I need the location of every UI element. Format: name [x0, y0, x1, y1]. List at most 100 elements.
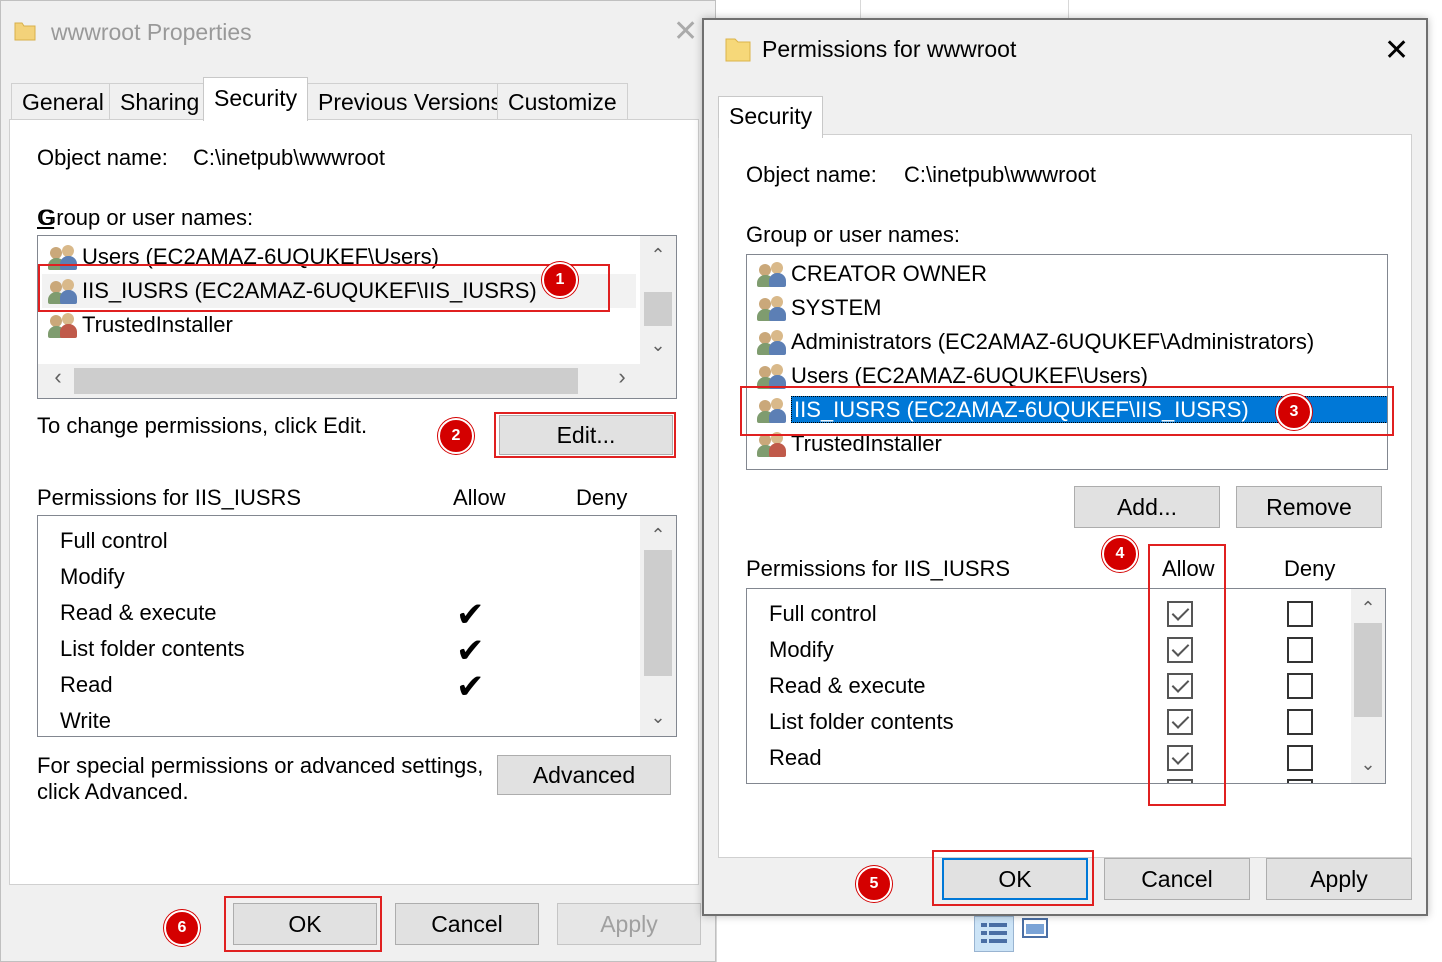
- horizontal-scroll-thumb[interactable]: [74, 368, 578, 394]
- group-label: GGroup or user names:: [37, 205, 254, 230]
- allow-checkbox-list-folder[interactable]: [1167, 709, 1193, 735]
- tab-customize[interactable]: Customize: [497, 83, 628, 119]
- tab-security[interactable]: Security: [718, 96, 824, 138]
- allow-checkbox-read-execute[interactable]: [1167, 673, 1193, 699]
- allow-checkbox-write[interactable]: [1167, 779, 1193, 783]
- dialog-title: Permissions for wwwroot: [762, 36, 1017, 62]
- details-view-icon[interactable]: [974, 916, 1014, 952]
- allow-header: Allow: [453, 485, 506, 510]
- list-item[interactable]: TrustedInstaller: [757, 427, 942, 461]
- permission-label: Full control: [60, 528, 168, 553]
- deny-header: Deny: [1284, 556, 1336, 581]
- folder-icon: [724, 36, 752, 70]
- user-name: Users (EC2AMAZ-6UQUKEF\Users): [82, 244, 439, 269]
- permission-label: Write: [60, 708, 111, 733]
- scroll-up-icon[interactable]: ⌃: [646, 526, 670, 544]
- permission-label: Modify: [60, 564, 125, 589]
- deny-checkbox-write[interactable]: [1287, 779, 1313, 783]
- ok-button[interactable]: OK: [942, 858, 1088, 900]
- permissions-header: Permissions for IIS_IUSRS: [37, 485, 302, 510]
- list-item[interactable]: SYSTEM: [757, 291, 881, 325]
- step-badge: 1: [542, 262, 578, 298]
- user-name: TrustedInstaller: [791, 431, 942, 456]
- permission-label: Modify: [769, 637, 834, 662]
- step-badge: 5: [856, 866, 892, 902]
- object-name-value: C:\inetpub\wwwroot: [193, 145, 385, 170]
- scroll-up-icon[interactable]: ⌃: [1356, 599, 1380, 617]
- scroll-up-icon[interactable]: ⌃: [646, 246, 670, 264]
- permission-label: List folder contents: [60, 636, 245, 661]
- preview-view-icon[interactable]: [1020, 916, 1058, 946]
- permission-label: Full control: [769, 601, 877, 626]
- users-icon: [757, 262, 787, 288]
- permission-label: Read & execute: [60, 600, 217, 625]
- list-item[interactable]: TrustedInstaller: [48, 308, 233, 342]
- scroll-down-icon[interactable]: ⌄: [646, 708, 670, 726]
- tab-general[interactable]: General: [11, 83, 115, 119]
- scroll-left-icon[interactable]: ‹: [46, 366, 70, 388]
- scroll-thumb[interactable]: [1354, 623, 1382, 717]
- deny-checkbox-list-folder[interactable]: [1287, 709, 1313, 735]
- object-name-value: C:\inetpub\wwwroot: [904, 162, 1096, 187]
- step-badge: 2: [438, 418, 474, 454]
- list-item[interactable]: Users (EC2AMAZ-6UQUKEF\Users): [48, 240, 439, 274]
- scroll-down-icon[interactable]: ⌄: [646, 336, 670, 354]
- users-icon: [757, 296, 787, 322]
- object-name-label: Object name:: [37, 145, 168, 170]
- users-icon: [757, 398, 787, 424]
- close-icon[interactable]: ✕: [1384, 36, 1409, 66]
- scroll-down-icon[interactable]: ⌄: [1356, 755, 1380, 773]
- list-item[interactable]: Administrators (EC2AMAZ-6UQUKEF\Administ…: [757, 325, 1314, 359]
- group-label-text: Group or user names:: [39, 205, 254, 230]
- cancel-button[interactable]: Cancel: [395, 903, 539, 945]
- allow-checkbox-modify[interactable]: [1167, 637, 1193, 663]
- user-name: CREATOR OWNER: [791, 261, 987, 286]
- add-button[interactable]: Add...: [1074, 486, 1220, 528]
- deny-checkbox-read-execute[interactable]: [1287, 673, 1313, 699]
- user-list[interactable]: CREATOR OWNER SYSTEM Administrators (EC2…: [746, 254, 1388, 470]
- properties-dialog: wwwroot Properties ✕ General Sharing Sec…: [0, 0, 716, 962]
- dialog-title: wwwroot Properties: [51, 19, 252, 45]
- user-list[interactable]: Users (EC2AMAZ-6UQUKEF\Users) IIS_IUSRS …: [37, 235, 677, 399]
- group-label: Group or user names:: [746, 222, 960, 247]
- deny-checkbox-full-control[interactable]: [1287, 601, 1313, 627]
- object-name-label: Object name:: [746, 162, 877, 187]
- folder-icon: [13, 19, 37, 49]
- user-name: SYSTEM: [791, 295, 882, 320]
- special-permissions-text-1: For special permissions or advanced sett…: [37, 753, 484, 778]
- advanced-button[interactable]: Advanced: [497, 755, 671, 795]
- apply-button[interactable]: Apply: [557, 903, 701, 945]
- allow-checkbox-read[interactable]: [1167, 745, 1193, 771]
- tab-sharing[interactable]: Sharing: [109, 83, 211, 119]
- permission-label: Read: [60, 672, 113, 697]
- scroll-thumb[interactable]: [644, 550, 672, 676]
- user-name: Users (EC2AMAZ-6UQUKEF\Users): [791, 363, 1148, 388]
- close-icon[interactable]: ✕: [673, 17, 698, 47]
- edit-button[interactable]: Edit...: [499, 415, 673, 455]
- deny-header: Deny: [576, 485, 628, 510]
- apply-button[interactable]: Apply: [1266, 858, 1412, 900]
- cancel-button[interactable]: Cancel: [1104, 858, 1250, 900]
- step-badge: 6: [164, 910, 200, 946]
- step-badge: 3: [1276, 394, 1312, 430]
- allow-checkmark-icon: ✔: [456, 632, 485, 670]
- background-window-bottom: [716, 914, 1070, 962]
- list-item[interactable]: CREATOR OWNER: [757, 257, 987, 291]
- scroll-right-icon[interactable]: ›: [610, 366, 634, 388]
- users-icon: [48, 279, 78, 305]
- scroll-thumb[interactable]: [644, 292, 672, 326]
- list-item[interactable]: Users (EC2AMAZ-6UQUKEF\Users): [757, 359, 1148, 393]
- allow-header: Allow: [1162, 556, 1215, 581]
- users-icon: [757, 330, 787, 356]
- permission-label: Read: [769, 745, 822, 770]
- tab-previous-versions[interactable]: Previous Versions: [307, 83, 514, 119]
- ok-button[interactable]: OK: [233, 903, 377, 945]
- remove-button[interactable]: Remove: [1236, 486, 1382, 528]
- allow-checkmark-icon: ✔: [456, 596, 485, 634]
- tab-security[interactable]: Security: [203, 77, 309, 121]
- deny-checkbox-modify[interactable]: [1287, 637, 1313, 663]
- user-name: TrustedInstaller: [82, 312, 233, 337]
- permissions-list: Full control Modify Read & execute List …: [746, 588, 1386, 784]
- allow-checkbox-full-control[interactable]: [1167, 601, 1193, 627]
- deny-checkbox-read[interactable]: [1287, 745, 1313, 771]
